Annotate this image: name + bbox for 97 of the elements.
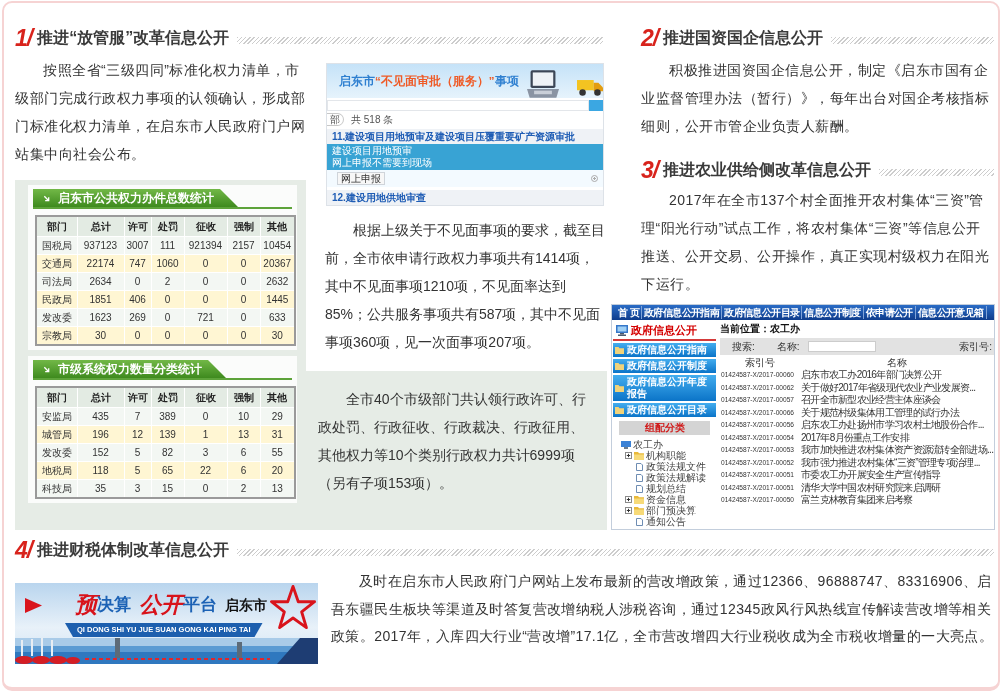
document-link[interactable]: 我市加快推进农村集体资产资源流转全部进场... <box>799 444 995 457</box>
category-tab[interactable]: 组配分类 <box>619 421 710 435</box>
section-title: 推进国资国企信息公开 <box>663 28 824 48</box>
page-icon <box>635 517 643 526</box>
section-title: 推进财税体制改革信息公开 <box>37 540 230 560</box>
truck-icon <box>577 78 603 96</box>
nav-link[interactable]: 信息公开意见箱 <box>915 306 987 319</box>
column-header: 总计 <box>77 216 124 237</box>
folder-icon <box>634 506 644 515</box>
document-link[interactable]: 启东农工办赴扬州市学习农村土地股份合作... <box>799 419 995 432</box>
tree-item[interactable]: 规划总结 <box>646 483 686 494</box>
paragraph: 2017年在全市137个村全面推开农村集体“三资”管理“阳光行动”试点工作，将农村集体“三资”等信息公开推送、公开交易、公开操作，真正实现村级权力在阳光下运行。 <box>641 191 990 294</box>
column-header: 强制 <box>227 216 260 237</box>
nav-link[interactable]: 首 页 <box>616 306 642 319</box>
arrow-icon <box>43 365 50 373</box>
document-link[interactable]: 关于规范村级集体用工管理的试行办法 <box>799 406 995 419</box>
tree-item[interactable]: 资金信息 <box>646 494 686 505</box>
section-number: 4/ <box>15 538 36 562</box>
document-link[interactable]: 2017年8月份重点工作安排 <box>799 431 995 444</box>
column-header: 强制 <box>227 387 260 408</box>
section-number: 2/ <box>641 26 662 50</box>
folder-icon <box>615 406 624 414</box>
tree-item[interactable]: 农工办 <box>633 439 663 450</box>
expand-icon[interactable] <box>625 496 632 503</box>
circle-icon <box>591 175 598 182</box>
column-header: 征收 <box>184 387 227 408</box>
banner-highlight: “不见面审批（服务）” <box>375 74 495 88</box>
folder-icon <box>634 451 644 460</box>
sidebar-link[interactable]: 政府信息公开指南 <box>613 343 716 357</box>
section-number: 3/ <box>641 158 662 182</box>
document-link[interactable]: 召开全市新型农业经营主体座谈会 <box>799 394 995 407</box>
tree-item[interactable]: 政策法规解读 <box>646 472 706 483</box>
document-link[interactable]: 清华大学中国农村研究院来启调研 <box>799 481 995 494</box>
apply-button[interactable]: 网上申报 <box>337 172 385 185</box>
paragraph: 根据上级关于不见面事项的要求，截至目前，全市依申请行政权力事项共有1414项，其中不见面事项1210项，不见面率达到85%；公共服务事项共有587项，其中不见面事项360项，见一次面事项207项。 <box>325 221 606 352</box>
banner-title: 启东市 <box>339 74 375 88</box>
triangle-icon <box>25 597 42 613</box>
banner-title: 事项 <box>494 74 519 88</box>
breadcrumb: 当前位置：农工办 <box>720 322 800 336</box>
result-count: 共 518 条 <box>351 113 394 126</box>
search-label: 搜索: <box>732 340 755 353</box>
paragraph: 按照全省“三级四同”标准化权力清单，市级部门完成行政权力事项的认领确认，形成部门标准化权力清单，在启东市人民政府门户网站集中向社会公布。 <box>15 61 306 164</box>
column-header: 总计 <box>77 387 124 408</box>
item-link[interactable]: 11.建设项目用地预审及建设项目压覆重要矿产资源审批 <box>332 131 576 142</box>
search-field[interactable] <box>327 100 589 111</box>
column-header: 名称 <box>799 356 995 369</box>
section-number: 1/ <box>15 26 36 50</box>
column-header: 索引号 <box>744 356 776 369</box>
tree-item[interactable]: 政策法规文件 <box>646 461 706 472</box>
section-title: 推进农业供给侧改革信息公开 <box>663 160 872 180</box>
column-header: 许可 <box>124 387 151 408</box>
column-header: 处罚 <box>151 216 184 237</box>
column-header: 部门 <box>36 387 77 408</box>
nav-link[interactable]: 政府信息公开指南 <box>642 306 723 319</box>
document-link[interactable]: 市委农工办开展安全生产宣传指导 <box>799 469 995 482</box>
document-link[interactable]: 富兰克林教育集团来启考察 <box>799 494 995 507</box>
detail-text: 网上申报不需要到现场 <box>332 157 432 169</box>
paragraph: 全市40个市级部门共认领行政许可、行政处罚、行政征收、行政裁决、行政征用、其他权力等10个类别行政权力共计6999项（另有子项153项）。 <box>318 390 586 493</box>
sidebar-link[interactable]: 政府信息公开目录 <box>613 403 716 417</box>
nav-link[interactable]: 依申请公开 <box>863 306 916 319</box>
star-icon <box>269 584 317 630</box>
sidebar-title: 政府信息公开 <box>631 324 697 337</box>
sidebar-link[interactable]: 政府信息公开年度报告 <box>613 375 716 401</box>
expand-icon[interactable] <box>625 452 632 459</box>
table-title: 启东市公共权力办件总数统计 <box>58 191 214 205</box>
tree-item[interactable]: 机构职能 <box>646 450 686 461</box>
name-field[interactable] <box>807 341 876 352</box>
nav-link[interactable]: 政府信息公开目录 <box>722 306 803 319</box>
document-link[interactable]: 启东市农工办2016年部门决算公开 <box>799 369 995 382</box>
column-header: 部门 <box>36 216 77 237</box>
column-header: 处罚 <box>151 387 184 408</box>
tree-item[interactable]: 部门预决算 <box>646 505 696 516</box>
column-header: 许可 <box>124 216 151 237</box>
laptop-icon <box>526 70 559 98</box>
folder-icon <box>615 384 624 392</box>
expand-icon[interactable] <box>625 507 632 514</box>
document-link[interactable]: 我市强力推进农村集体“三资”管理专项治理... <box>799 456 995 469</box>
item-link[interactable]: 12.建设用地供地审查 <box>332 192 426 203</box>
column-header: 征收 <box>184 216 227 237</box>
column-header: 其他 <box>260 216 295 237</box>
detail-text: 建设项目用地预审 <box>332 145 412 157</box>
folder-icon <box>634 495 644 504</box>
table-title: 市级系统权力数量分类统计 <box>58 362 202 376</box>
paragraph: 及时在启东市人民政府门户网站上发布最新的营改增政策，通过12366、96888747、83316906、启吾东疆民生板块等渠道及时答复营改增纳税人涉税咨询，通过12345政风行风热线宣传解读营改增等相关政策。2017年，入库四大行业“营改增”17.1亿，全市营改增四大行业税收成为全市税收增量的一大亮点。 <box>331 572 995 646</box>
computer-icon <box>621 440 631 449</box>
paragraph: 积极推进国资国企信息公开，制定《启东市国有企业监督管理办法（暂行）》，每年出台对国企考核指标细则，公开市管企业负责人薪酬。 <box>641 61 990 136</box>
monitor-icon <box>616 325 628 336</box>
city-name: 启东市 <box>225 596 267 614</box>
field-label: 名称: <box>776 340 800 353</box>
column-header: 其他 <box>260 387 295 408</box>
sidebar-link[interactable]: 政府信息公开制度 <box>613 359 716 373</box>
document-link[interactable]: 关于做好2017年省级现代农业产业发展资... <box>799 381 995 394</box>
arrow-icon <box>43 194 50 202</box>
field-label: 索引号: <box>959 340 992 353</box>
tree-item[interactable]: 通知公告 <box>646 516 686 527</box>
section-title: 推进“放管服”改革信息公开 <box>37 28 230 48</box>
nav-link[interactable]: 信息公开制度 <box>802 306 864 319</box>
